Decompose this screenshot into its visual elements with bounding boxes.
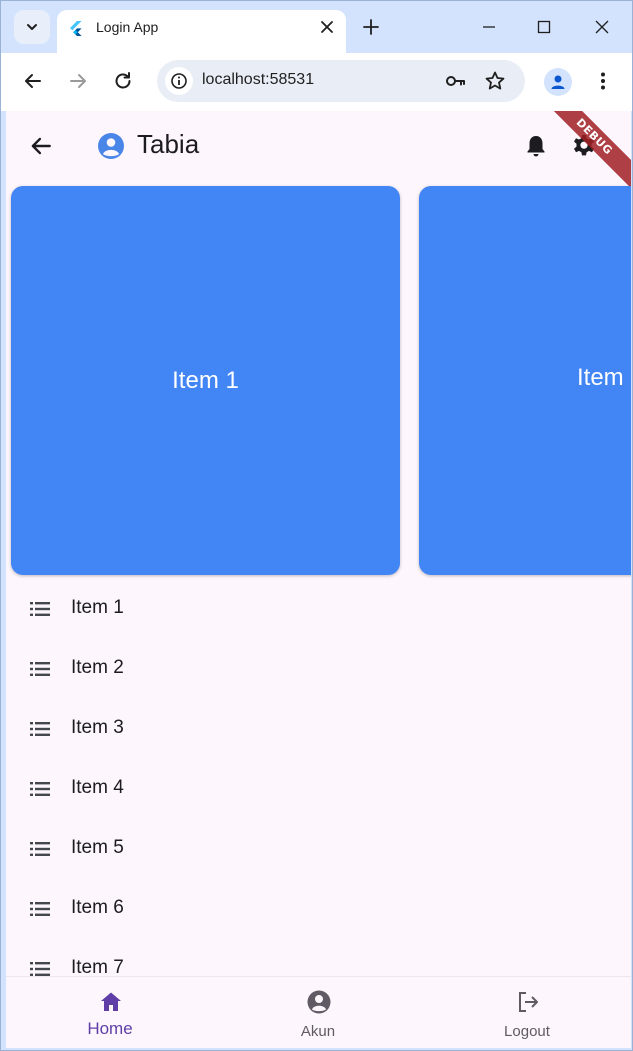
- list-item[interactable]: Item 6: [6, 879, 631, 939]
- close-tab-icon[interactable]: [318, 18, 336, 36]
- list-item-label: Item 6: [71, 897, 124, 918]
- list-bullets-icon: [30, 602, 50, 616]
- browser-tab[interactable]: Login App: [57, 10, 346, 53]
- list-bullets-icon: [30, 902, 50, 916]
- carousel-card[interactable]: Item 1: [11, 186, 400, 575]
- nav-home[interactable]: Home: [30, 977, 190, 1048]
- url-text[interactable]: localhost:58531: [202, 71, 314, 89]
- nav-akun[interactable]: Akun: [238, 977, 398, 1048]
- key-icon[interactable]: [443, 69, 467, 93]
- account-circle-icon: [307, 990, 331, 1014]
- item-list: Item 1 Item 2 Item 3 Item 4 Item 5 Item …: [6, 579, 631, 999]
- home-icon: [101, 992, 121, 1011]
- page-title: Tabia: [137, 129, 200, 159]
- nav-logout-label: Logout: [504, 1023, 550, 1040]
- reload-icon[interactable]: [111, 69, 135, 93]
- bottom-navigation: Home Akun Logout: [6, 976, 631, 1048]
- back-arrow-icon[interactable]: [28, 133, 54, 159]
- nav-akun-label: Akun: [300, 1023, 336, 1040]
- list-item[interactable]: Item 1: [6, 579, 631, 639]
- minimize-icon[interactable]: [477, 15, 501, 39]
- tab-title: Login App: [96, 19, 159, 35]
- new-tab-icon[interactable]: [359, 15, 383, 39]
- tab-strip: Login App: [1, 1, 632, 53]
- nav-logout[interactable]: Logout: [447, 977, 607, 1048]
- info-icon: [171, 73, 187, 89]
- carousel-card[interactable]: Item: [419, 186, 631, 575]
- account-circle-icon: [98, 133, 124, 159]
- list-item-label: Item 3: [71, 717, 124, 738]
- person-icon: [551, 75, 565, 89]
- list-item-label: Item 1: [71, 597, 124, 618]
- address-bar[interactable]: localhost:58531: [157, 60, 525, 102]
- list-item[interactable]: Item 4: [6, 759, 631, 819]
- list-item[interactable]: Item 5: [6, 819, 631, 879]
- profile-button[interactable]: [544, 68, 572, 96]
- maximize-icon[interactable]: [532, 15, 556, 39]
- browser-toolbar: localhost:58531: [1, 53, 632, 111]
- app-viewport: Tabia DEBUG Item 1 Item Item 1 Item 2 It…: [6, 111, 631, 1048]
- chevron-down-icon: [27, 24, 37, 30]
- list-bullets-icon: [30, 662, 50, 676]
- app-bar: Tabia DEBUG: [6, 111, 631, 198]
- carousel-card-label: Item: [577, 364, 624, 391]
- carousel[interactable]: Item 1 Item: [6, 186, 631, 576]
- list-item[interactable]: Item 3: [6, 699, 631, 759]
- carousel-card-label: Item 1: [172, 366, 239, 394]
- back-arrow-icon[interactable]: [21, 69, 45, 93]
- site-info-button[interactable]: [165, 67, 193, 95]
- close-window-icon[interactable]: [590, 15, 614, 39]
- forward-arrow-icon[interactable]: [66, 69, 90, 93]
- list-item-label: Item 4: [71, 777, 124, 798]
- browser-window: Login App localhost:58531 Tabia DEBUG It…: [0, 0, 633, 1051]
- nav-home-label: Home: [87, 1019, 133, 1038]
- list-item-label: Item 2: [71, 657, 124, 678]
- tab-search-button[interactable]: [14, 10, 50, 44]
- list-item[interactable]: Item 2: [6, 639, 631, 699]
- list-bullets-icon: [30, 842, 50, 856]
- list-bullets-icon: [30, 782, 50, 796]
- list-bullets-icon: [30, 722, 50, 736]
- list-item-label: Item 5: [71, 837, 124, 858]
- kebab-menu-icon[interactable]: [591, 69, 615, 93]
- logout-icon: [519, 992, 538, 1012]
- bell-icon[interactable]: [522, 132, 550, 160]
- flutter-logo-icon: [70, 21, 82, 36]
- bookmark-star-icon[interactable]: [483, 69, 507, 93]
